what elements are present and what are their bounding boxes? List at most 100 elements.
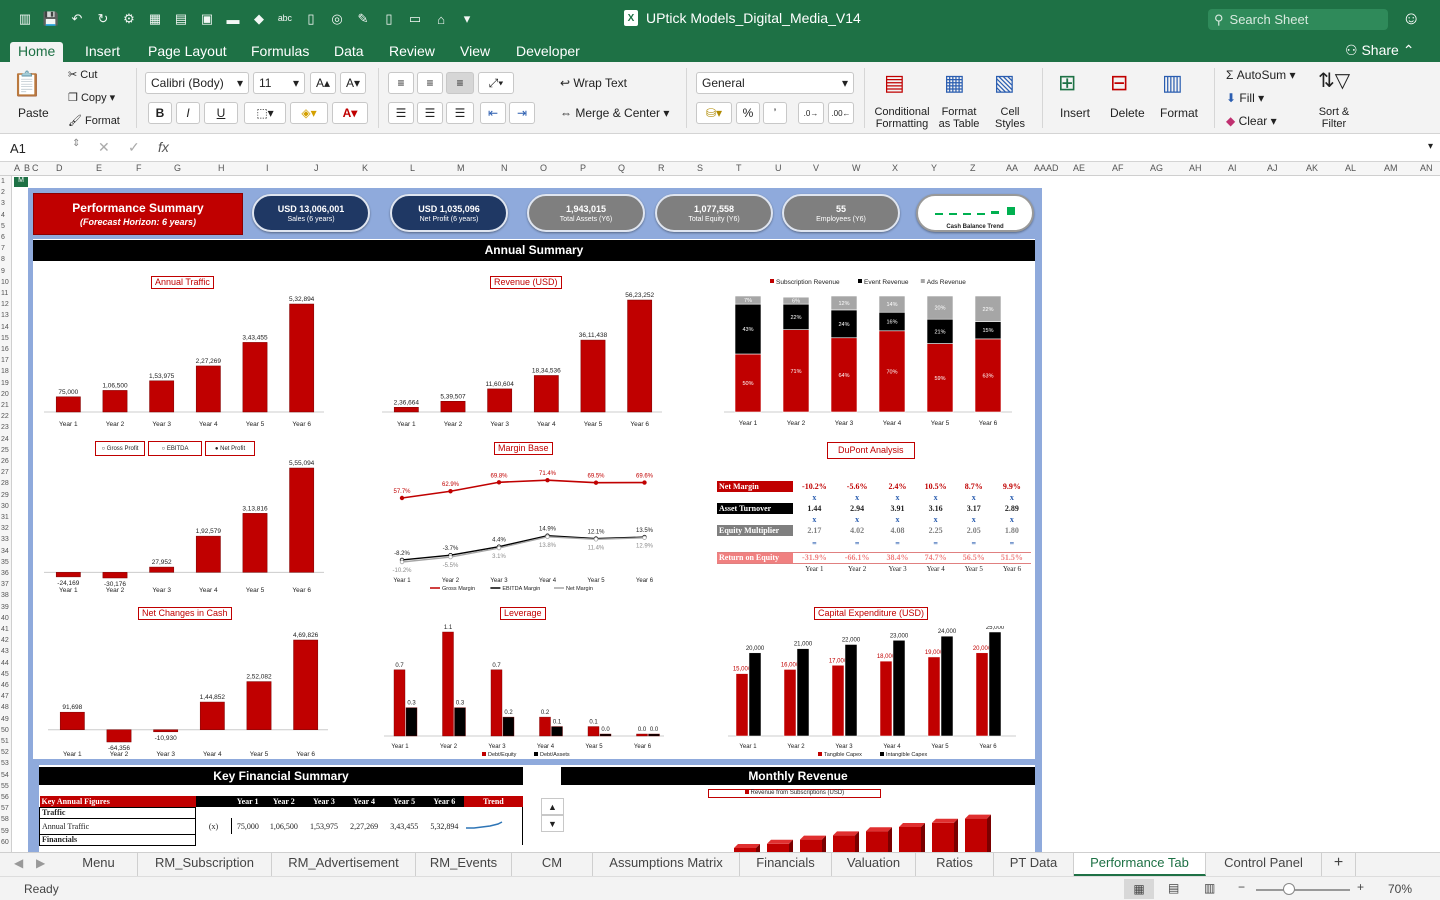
row-header-17[interactable]: 17	[1, 357, 9, 364]
column-header-m[interactable]: M	[457, 163, 465, 173]
page-icon[interactable]: ▯	[378, 10, 400, 28]
tab-page-layout[interactable]: Page Layout	[140, 42, 235, 62]
sheet-tab-rm-subscription[interactable]: RM_Subscription	[138, 853, 272, 876]
column-header-p[interactable]: P	[580, 163, 586, 173]
share-button[interactable]: ⚇ Share ⌃	[1345, 42, 1414, 59]
font-color-icon[interactable]: A▾	[332, 102, 368, 124]
shapes-icon[interactable]: ◆	[248, 10, 270, 28]
row-header-1[interactable]: 1	[1, 178, 5, 185]
format-as-table-icon[interactable]: ▦	[944, 70, 965, 96]
align-left-icon[interactable]: ☰	[388, 102, 414, 124]
sheet-tab-rm-events[interactable]: RM_Events	[416, 853, 512, 876]
insert-cells-button[interactable]: Insert	[1060, 106, 1090, 120]
paste-label[interactable]: Paste	[18, 106, 49, 120]
column-header-q[interactable]: Q	[618, 163, 625, 173]
row-header-15[interactable]: 15	[1, 335, 9, 342]
fill-button[interactable]: ⬇ Fill ▾	[1226, 91, 1264, 105]
row-header-38[interactable]: 38	[1, 592, 9, 599]
table-icon[interactable]: ▦	[144, 10, 166, 28]
row-header-53[interactable]: 53	[1, 760, 9, 767]
zoom-slider[interactable]	[1256, 889, 1350, 891]
page-layout-view-icon[interactable]: ▤	[1168, 881, 1179, 895]
clear-button[interactable]: ◆ Clear ▾	[1226, 114, 1277, 128]
align-right-icon[interactable]: ☰	[446, 102, 474, 124]
column-header-ai[interactable]: AI	[1228, 163, 1237, 173]
row-header-30[interactable]: 30	[1, 503, 9, 510]
row-header-8[interactable]: 8	[1, 256, 5, 263]
delete-cells-icon[interactable]: ⊟	[1110, 70, 1128, 96]
expand-formula-icon[interactable]: ▾	[1428, 141, 1433, 152]
row-header-33[interactable]: 33	[1, 536, 9, 543]
row-header-44[interactable]: 44	[1, 660, 9, 667]
column-header-s[interactable]: S	[697, 163, 703, 173]
confirm-icon[interactable]: ✓	[128, 139, 140, 156]
zoom-in-icon[interactable]: +	[1357, 880, 1364, 894]
row-header-9[interactable]: 9	[1, 268, 5, 275]
row-header-23[interactable]: 23	[1, 424, 9, 431]
sort-filter-icon[interactable]: ⇅▽	[1318, 68, 1350, 93]
sheet-tab-rm-advertisement[interactable]: RM_Advertisement	[272, 853, 416, 876]
picture-icon[interactable]: ▣	[196, 10, 218, 28]
sheet-tab-financials[interactable]: Financials	[740, 853, 832, 876]
tab-data[interactable]: Data	[326, 42, 372, 62]
row-header-41[interactable]: 41	[1, 626, 9, 633]
column-header-aj[interactable]: AJ	[1267, 163, 1278, 173]
format-cells-button[interactable]: Format	[1160, 106, 1198, 120]
scroll-up-button[interactable]: ▲	[541, 798, 564, 815]
sheet-tab-cm[interactable]: CM	[512, 853, 593, 876]
row-header-10[interactable]: 10	[1, 279, 9, 286]
text-icon[interactable]: ◎	[326, 10, 348, 28]
sheet-tab-menu[interactable]: Menu	[60, 853, 138, 876]
row-header-24[interactable]: 24	[1, 436, 9, 443]
sheet-tab-assumptions-matrix[interactable]: Assumptions Matrix	[593, 853, 740, 876]
row-header-25[interactable]: 25	[1, 447, 9, 454]
font-size-select[interactable]: 11 ▾	[253, 72, 305, 94]
row-header-20[interactable]: 20	[1, 391, 9, 398]
row-header-26[interactable]: 26	[1, 458, 9, 465]
comma-button[interactable]: ’	[763, 102, 787, 124]
row-header-11[interactable]: 11	[1, 290, 8, 297]
row-header-54[interactable]: 54	[1, 772, 9, 779]
cut-button[interactable]: ✂ Cut	[68, 68, 97, 81]
column-header-o[interactable]: O	[540, 163, 547, 173]
decrease-font-icon[interactable]: A▾	[340, 72, 366, 94]
sheet-tab-control-panel[interactable]: Control Panel	[1206, 853, 1322, 876]
row-header-60[interactable]: 60	[1, 839, 9, 846]
document-icon[interactable]: ▯	[300, 10, 322, 28]
row-header-50[interactable]: 50	[1, 727, 9, 734]
prev-sheet-icon[interactable]: ◀	[14, 856, 23, 870]
decrease-decimal-icon[interactable]: .00←	[828, 102, 854, 124]
row-header-58[interactable]: 58	[1, 816, 9, 823]
row-header-22[interactable]: 22	[1, 413, 9, 420]
format-cells-icon[interactable]: ▥	[1162, 70, 1183, 96]
row-header-3[interactable]: 3	[1, 200, 5, 207]
column-header-j[interactable]: J	[314, 163, 319, 173]
row-header-31[interactable]: 31	[1, 514, 9, 521]
row-header-49[interactable]: 49	[1, 716, 9, 723]
collapse-ribbon-icon[interactable]: ⌃	[1403, 42, 1415, 58]
column-header-z[interactable]: Z	[970, 163, 976, 173]
zoom-out-icon[interactable]: −	[1238, 880, 1245, 894]
normal-view-icon[interactable]: ▦	[1124, 879, 1154, 899]
macro-icon[interactable]: ⚙	[118, 10, 140, 28]
row-header-37[interactable]: 37	[1, 581, 9, 588]
redo-icon[interactable]: ↻	[92, 10, 114, 28]
column-header-h[interactable]: H	[218, 163, 225, 173]
paste-icon[interactable]: 📋	[12, 70, 42, 99]
row-header-55[interactable]: 55	[1, 783, 9, 790]
column-header-an[interactable]: AN	[1420, 163, 1433, 173]
name-box[interactable]: A1	[10, 141, 26, 156]
tab-review[interactable]: Review	[381, 42, 443, 62]
tab-developer[interactable]: Developer	[508, 42, 588, 62]
column-header-b[interactable]: B	[24, 163, 30, 173]
row-header-52[interactable]: 52	[1, 749, 9, 756]
conditional-formatting-icon[interactable]: ▤	[884, 70, 905, 96]
selected-cell-marker[interactable]: M	[14, 177, 28, 187]
column-header-u[interactable]: U	[775, 163, 782, 173]
insert-function-icon[interactable]: fx	[158, 139, 169, 155]
row-header-43[interactable]: 43	[1, 648, 9, 655]
zoom-slider-handle[interactable]	[1283, 883, 1295, 895]
increase-decimal-icon[interactable]: .0→	[798, 102, 824, 124]
sheet-tab-pt-data[interactable]: PT Data	[994, 853, 1074, 876]
column-header-am[interactable]: AM	[1384, 163, 1398, 173]
